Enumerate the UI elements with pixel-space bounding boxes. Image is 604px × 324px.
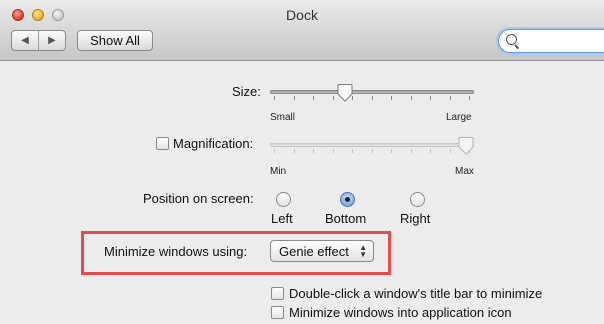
minimize-effect-popup[interactable]: Genie effect ▲ ▼ [270,240,374,262]
position-left-radio[interactable] [276,192,291,207]
slider-tick [352,149,353,153]
slider-tick [411,149,412,153]
size-max-label: Large [446,112,472,123]
position-right-label: Right [400,211,431,226]
slider-tick [333,96,334,100]
double-click-minimize-checkbox[interactable] [271,287,284,300]
show-all-button[interactable]: Show All [77,30,153,51]
magnification-label: Magnification: [173,136,254,151]
back-forward-control: ◀ ▶ [11,30,66,51]
slider-tick [450,149,451,153]
slider-tick [313,149,314,153]
size-slider-thumb[interactable] [337,84,353,102]
search-icon [506,34,517,45]
slider-tick [274,149,275,153]
position-left-label: Left [271,211,293,226]
slider-tick [391,96,392,100]
slider-tick [430,149,431,153]
minimize-into-icon-label: Minimize windows into application icon [289,305,512,320]
position-right-radio[interactable] [410,192,425,207]
magnification-slider-ticks [274,149,470,153]
slider-tick [391,149,392,153]
magnification-min-label: Min [270,166,287,177]
slider-tick [411,96,412,100]
slider-tick [294,149,295,153]
popup-arrows-icon: ▲ ▼ [359,243,367,259]
slider-tick [430,96,431,100]
magnification-slider-track[interactable] [270,143,474,147]
position-bottom-radio[interactable] [340,192,355,207]
magnification-checkbox[interactable] [156,137,169,150]
window-title: Dock [286,7,318,23]
dock-preferences-window: Dock ◀ ▶ Show All Size: Small Large Magn… [0,0,604,324]
position-label: Position on screen: [143,191,254,206]
slider-tick [372,149,373,153]
forward-triangle-icon: ▶ [48,35,56,46]
double-click-minimize-label: Double-click a window's title bar to min… [289,286,543,301]
back-button[interactable]: ◀ [12,31,38,50]
magnification-slider-thumb[interactable] [458,137,474,155]
slider-tick [333,149,334,153]
minimize-into-icon-checkbox[interactable] [271,306,284,319]
position-bottom-label: Bottom [325,211,367,226]
slider-tick [274,96,275,100]
slider-tick [313,96,314,100]
magnification-max-label: Max [455,166,474,177]
slider-tick [372,96,373,100]
slider-tick [469,96,470,100]
minimize-label: Minimize windows using: [104,244,248,259]
slider-tick [450,96,451,100]
title-toolbar: Dock ◀ ▶ Show All [0,0,604,61]
radio-selected-dot [345,197,350,202]
size-slider-ticks [274,96,470,100]
back-triangle-icon: ◀ [21,35,29,46]
size-slider-track[interactable] [270,90,474,94]
forward-button[interactable]: ▶ [38,31,65,50]
search-input[interactable] [498,29,604,53]
minimize-effect-value: Genie effect [279,244,349,259]
size-label: Size: [232,84,261,99]
size-min-label: Small [270,112,296,123]
slider-tick [294,96,295,100]
